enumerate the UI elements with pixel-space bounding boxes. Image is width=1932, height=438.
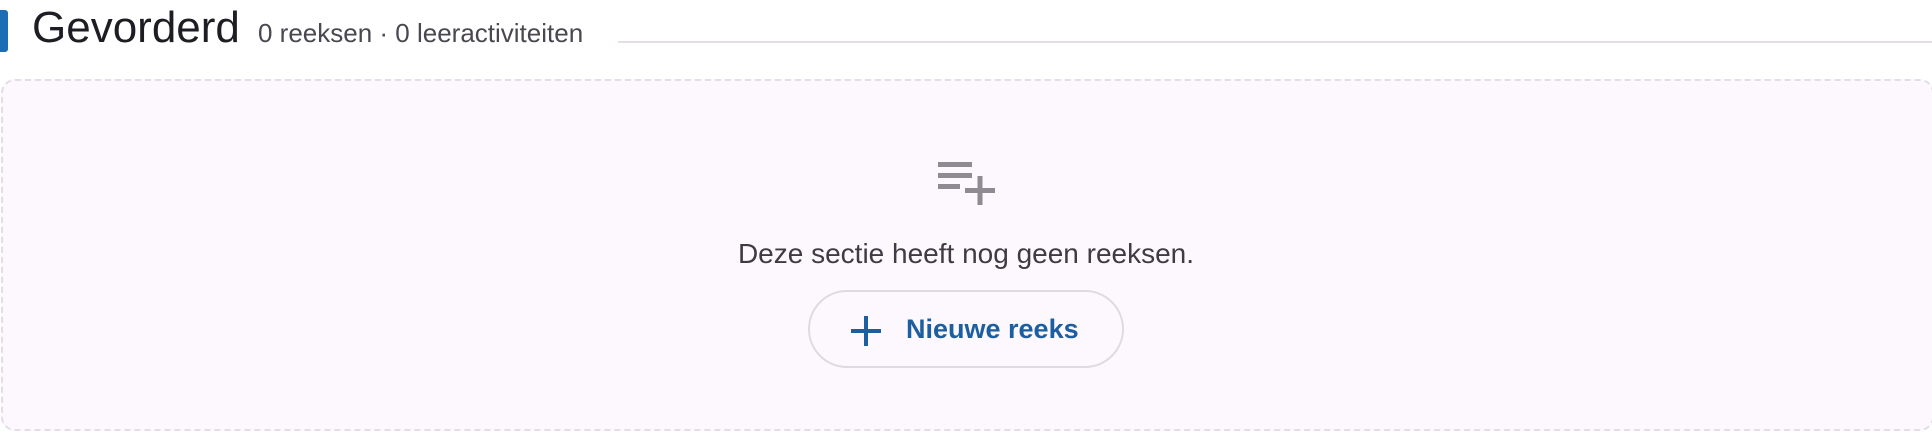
section-meta: 0 reeksen · 0 leeractiviteiten bbox=[258, 18, 584, 48]
section-gevorderd: Gevorderd 0 reeksen · 0 leeractiviteiten… bbox=[0, 0, 1932, 438]
plus-icon bbox=[851, 316, 881, 346]
playlist-add-icon bbox=[938, 162, 995, 205]
section-header: Gevorderd 0 reeksen · 0 leeractiviteiten bbox=[0, 0, 1932, 66]
new-series-button[interactable]: Nieuwe reeks bbox=[808, 290, 1124, 368]
new-series-label: Nieuwe reeks bbox=[906, 314, 1079, 344]
header-divider bbox=[618, 41, 1932, 43]
section-accent-bar bbox=[0, 10, 8, 52]
empty-state-message: Deze sectie heeft nog geen reeksen. bbox=[737, 238, 1195, 269]
section-title: Gevorderd bbox=[32, 3, 240, 52]
